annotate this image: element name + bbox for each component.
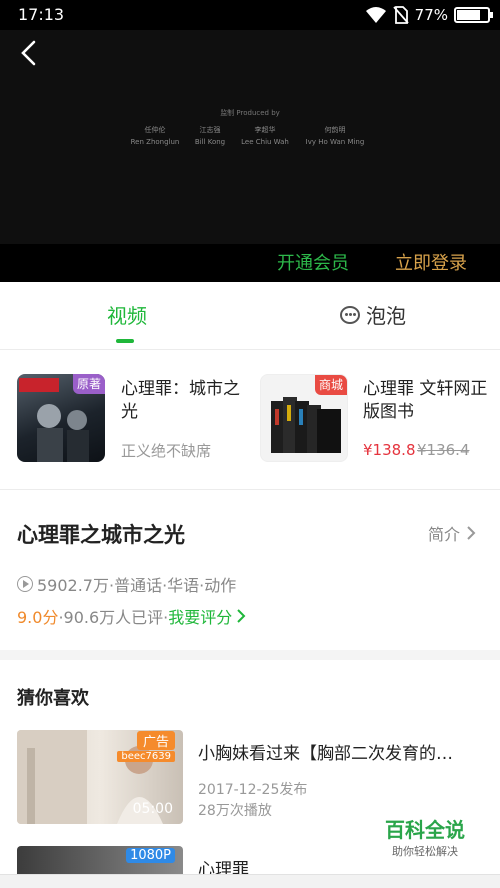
battery-icon <box>454 7 493 23</box>
rating-row: 9.0分 ·90.6万人已评· 我要评分 <box>17 604 246 628</box>
tab-bar: 视频 泡泡 <box>0 282 500 350</box>
ad-code: beec7639 <box>117 751 175 762</box>
watermark-sub: 助你轻松解决 <box>392 845 458 858</box>
rating-count: ·90.6万人已评· <box>58 608 169 627</box>
recommend-title: 猜你喜欢 <box>17 688 89 709</box>
recommend-thumbnail[interactable]: 广告 beec7639 05:00 <box>17 730 183 824</box>
no-sim-icon <box>392 6 409 24</box>
novel-poster[interactable]: 原著 <box>17 374 105 462</box>
status-bar: 17:13 77% <box>0 0 500 30</box>
novel-subtitle: 正义绝不缺席 <box>121 442 212 460</box>
tab-bubble-label: 泡泡 <box>366 304 406 328</box>
player-action-bar: 开通会员 立即登录 <box>0 244 500 282</box>
video-meta-text: 5902.7万·普通话·华语·动作 <box>37 576 237 595</box>
related-cards: 原著 心理罪：城市之光 正义绝不缺席 商城 心理罪 文轩网正版图书 ¥138.8… <box>0 350 500 490</box>
bottom-bar <box>0 874 500 888</box>
login-button[interactable]: 立即登录 <box>395 249 467 275</box>
ad-tag: 广告 <box>136 731 175 750</box>
book-poster[interactable]: 商城 <box>260 374 348 462</box>
watermark-logo: 百科全说 助你轻松解决 <box>360 814 490 864</box>
credit-entry: 何韵明 Ivy Ho Wan Ming <box>280 124 390 148</box>
watermark-main: 百科全说 <box>385 818 465 842</box>
recommend-item-title[interactable]: 小胸妹看过来【胸部二次发育的… <box>198 739 453 764</box>
rate-label: 我要评分 <box>168 608 233 627</box>
recommend-date: 2017-12-25发布 <box>198 782 308 798</box>
book-title[interactable]: 心理罪 文轩网正版图书 <box>363 378 493 424</box>
vip-button[interactable]: 开通会员 <box>277 249 349 275</box>
score: 9.0分 <box>17 608 59 627</box>
wifi-icon <box>365 7 386 23</box>
original-badge: 原著 <box>73 374 105 394</box>
status-time: 17:13 <box>18 5 65 24</box>
credits-title: 监制 Produced by <box>220 109 280 117</box>
video-title: 心理罪之城市之光 <box>17 523 185 547</box>
tab-video[interactable]: 视频 <box>107 300 147 329</box>
chat-bubble-icon <box>340 305 360 324</box>
video-duration: 05:00 <box>132 801 173 817</box>
play-count-icon <box>17 576 33 592</box>
battery-percent: 77% <box>414 6 448 24</box>
intro-button[interactable]: 简介 <box>428 521 476 545</box>
rate-button[interactable]: 我要评分 <box>168 604 246 628</box>
credit-cn: 何韵明 <box>324 126 346 134</box>
store-badge: 商城 <box>315 375 347 395</box>
novel-title[interactable]: 心理罪：城市之光 <box>121 378 246 424</box>
recommend-plays: 28万次播放 <box>198 803 272 819</box>
tab-bubble[interactable]: 泡泡 <box>340 300 406 329</box>
battery-level <box>457 10 481 20</box>
status-icons: 77% <box>365 5 493 25</box>
book-original-price: ¥136.4 <box>417 441 470 459</box>
back-arrow-icon[interactable] <box>14 38 44 68</box>
tab-active-indicator <box>116 339 134 343</box>
credit-en: Ivy Ho Wan Ming <box>305 138 365 146</box>
chevron-right-icon <box>237 609 246 623</box>
video-meta: 5902.7万·普通话·华语·动作 <box>17 572 236 596</box>
chevron-right-icon <box>467 526 476 540</box>
hd-tag: 1080P <box>126 848 175 863</box>
book-price: ¥138.8 <box>363 441 416 459</box>
video-detail: 心理罪之城市之光 简介 5902.7万·普通话·华语·动作 9.0分 ·90.6… <box>0 490 500 660</box>
video-player[interactable]: 监制 Produced by 任仲伦 Ren Zhonglun 江志强 Bill… <box>0 30 500 244</box>
intro-label: 简介 <box>428 525 461 544</box>
